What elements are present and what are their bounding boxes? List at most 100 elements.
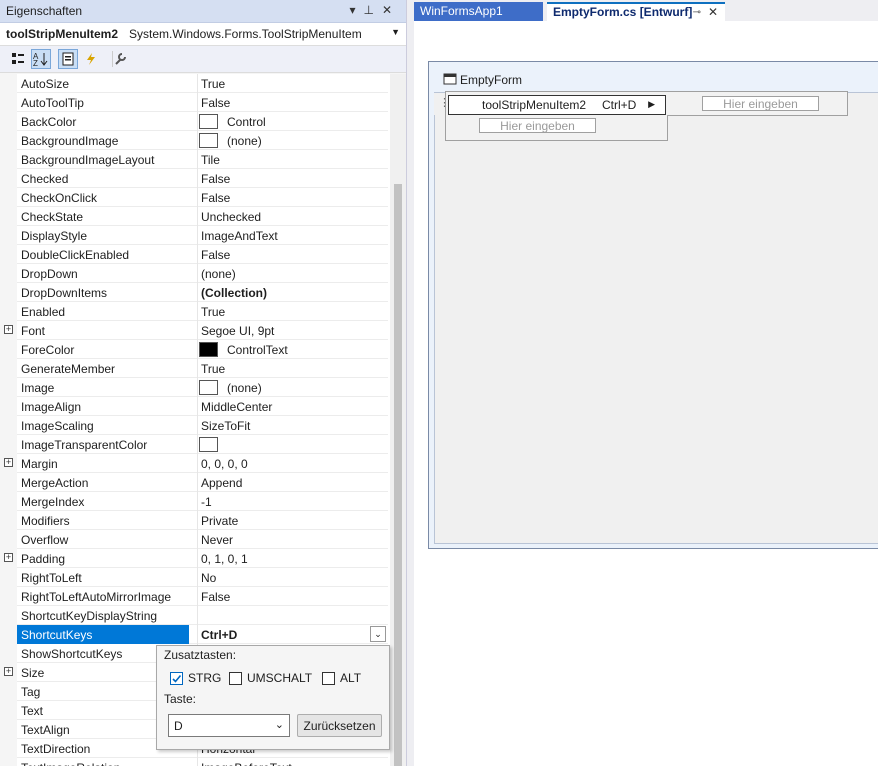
property-value[interactable]: Private bbox=[201, 514, 238, 528]
property-row[interactable]: AutoSize True bbox=[0, 74, 388, 93]
property-value[interactable]: (none) bbox=[227, 134, 262, 148]
property-value[interactable]: (none) bbox=[201, 267, 236, 281]
property-value[interactable]: Segoe UI, 9pt bbox=[201, 324, 274, 338]
property-value[interactable]: Never bbox=[201, 533, 233, 547]
row-gutter bbox=[0, 530, 17, 549]
property-value[interactable]: SizeToFit bbox=[201, 419, 250, 433]
property-value[interactable]: False bbox=[201, 172, 230, 186]
property-row[interactable]: MergeIndex -1 bbox=[0, 492, 388, 511]
property-value[interactable]: False bbox=[201, 590, 230, 604]
object-selector[interactable]: toolStripMenuItem2 System.Windows.Forms.… bbox=[0, 23, 406, 46]
design-surface[interactable]: EmptyForm ⋮ toolStripDropDownButton1 ▼ ▼ bbox=[414, 23, 878, 766]
tab-winformsapp1[interactable]: WinFormsApp1 bbox=[414, 2, 543, 21]
property-value[interactable]: Tile bbox=[201, 153, 220, 167]
row-gutter bbox=[0, 112, 17, 131]
property-row[interactable]: Checked False bbox=[0, 169, 388, 188]
type-here-submenu-item[interactable]: Hier eingeben bbox=[702, 96, 819, 111]
properties-icon[interactable] bbox=[58, 49, 78, 69]
dropdown-icon[interactable]: ▾ bbox=[349, 3, 363, 17]
property-row[interactable]: DropDownItems (Collection) bbox=[0, 283, 388, 302]
form-client-area[interactable] bbox=[434, 92, 878, 544]
menu-item-toolstripmenuitem2[interactable]: toolStripMenuItem2 Ctrl+D ▶ bbox=[448, 95, 666, 115]
alt-checkbox[interactable] bbox=[322, 672, 335, 685]
key-select[interactable]: D ⌄ bbox=[168, 714, 290, 737]
property-value[interactable]: 0, 1, 0, 1 bbox=[201, 552, 248, 566]
property-row[interactable]: ImageAlign MiddleCenter bbox=[0, 397, 388, 416]
property-grid-scrollbar[interactable] bbox=[390, 74, 406, 766]
pin-icon[interactable]: ⊸ bbox=[693, 5, 701, 21]
property-row[interactable]: AutoToolTip False bbox=[0, 93, 388, 112]
property-name: ShowShortcutKeys bbox=[21, 647, 123, 661]
property-value[interactable]: True bbox=[201, 305, 225, 319]
property-value[interactable]: Append bbox=[201, 476, 242, 490]
chevron-down-icon[interactable]: ▼ bbox=[391, 27, 400, 37]
expand-icon[interactable]: + bbox=[4, 458, 13, 467]
categorized-icon[interactable] bbox=[8, 49, 28, 69]
property-row[interactable]: ShortcutKeyDisplayString bbox=[0, 606, 388, 625]
titlebar-buttons[interactable]: ▾⊥✕ bbox=[349, 3, 400, 17]
property-row[interactable]: Modifiers Private bbox=[0, 511, 388, 530]
row-gutter bbox=[0, 720, 17, 739]
property-value[interactable]: Ctrl+D bbox=[201, 628, 237, 642]
close-icon[interactable]: ✕ bbox=[708, 4, 718, 20]
close-icon[interactable]: ✕ bbox=[382, 3, 400, 17]
property-value[interactable]: (none) bbox=[227, 381, 262, 395]
expand-icon[interactable]: + bbox=[4, 553, 13, 562]
umschalt-label: UMSCHALT bbox=[247, 671, 313, 685]
property-row[interactable]: Enabled True bbox=[0, 302, 388, 321]
property-row[interactable]: Overflow Never bbox=[0, 530, 388, 549]
property-value[interactable]: True bbox=[201, 362, 225, 376]
property-pages-icon[interactable] bbox=[110, 49, 130, 69]
property-row[interactable]: TextImageRelation ImageBeforeText bbox=[0, 758, 388, 766]
property-value[interactable]: -1 bbox=[201, 495, 212, 509]
strg-checkbox[interactable] bbox=[170, 672, 183, 685]
property-value[interactable]: ControlText bbox=[227, 343, 288, 357]
scrollbar-thumb[interactable] bbox=[394, 184, 402, 766]
property-row[interactable]: ShortcutKeys Ctrl+D ⌄ bbox=[0, 625, 388, 644]
property-row[interactable]: ImageScaling SizeToFit bbox=[0, 416, 388, 435]
property-row[interactable]: RightToLeft No bbox=[0, 568, 388, 587]
umschalt-checkbox[interactable] bbox=[229, 672, 242, 685]
property-value[interactable]: 0, 0, 0, 0 bbox=[201, 457, 248, 471]
property-row[interactable]: DoubleClickEnabled False bbox=[0, 245, 388, 264]
property-row[interactable]: BackColor Control bbox=[0, 112, 388, 131]
property-row[interactable]: ImageTransparentColor bbox=[0, 435, 388, 454]
property-row[interactable]: GenerateMember True bbox=[0, 359, 388, 378]
pin-icon[interactable]: ⊥ bbox=[363, 3, 381, 17]
property-row[interactable]: + Margin 0, 0, 0, 0 bbox=[0, 454, 388, 473]
expand-icon[interactable]: + bbox=[4, 667, 13, 676]
property-row[interactable]: Image (none) bbox=[0, 378, 388, 397]
tab-emptyform-design[interactable]: EmptyForm.cs [Entwurf] ⊸ ✕ bbox=[547, 2, 725, 21]
property-value[interactable]: MiddleCenter bbox=[201, 400, 272, 414]
property-row[interactable]: CheckOnClick False bbox=[0, 188, 388, 207]
property-row[interactable]: DisplayStyle ImageAndText bbox=[0, 226, 388, 245]
property-value[interactable]: True bbox=[201, 77, 225, 91]
property-row[interactable]: BackgroundImageLayout Tile bbox=[0, 150, 388, 169]
reset-button-label: Zurücksetzen bbox=[303, 718, 376, 733]
property-row[interactable]: + Font Segoe UI, 9pt bbox=[0, 321, 388, 340]
row-gutter bbox=[0, 587, 17, 606]
property-row[interactable]: RightToLeftAutoMirrorImage False bbox=[0, 587, 388, 606]
column-separator bbox=[197, 587, 198, 606]
property-row[interactable]: BackgroundImage (none) bbox=[0, 131, 388, 150]
property-value[interactable]: False bbox=[201, 248, 230, 262]
property-value[interactable]: Control bbox=[227, 115, 266, 129]
property-row[interactable]: ForeColor ControlText bbox=[0, 340, 388, 359]
property-value[interactable]: ImageBeforeText bbox=[201, 761, 292, 766]
expand-icon[interactable]: + bbox=[4, 325, 13, 334]
property-row[interactable]: DropDown (none) bbox=[0, 264, 388, 283]
property-value[interactable]: False bbox=[201, 191, 230, 205]
value-dropdown-button[interactable]: ⌄ bbox=[370, 626, 386, 642]
property-row[interactable]: CheckState Unchecked bbox=[0, 207, 388, 226]
property-row[interactable]: MergeAction Append bbox=[0, 473, 388, 492]
events-icon[interactable] bbox=[81, 49, 101, 69]
property-value[interactable]: False bbox=[201, 96, 230, 110]
property-value[interactable]: ImageAndText bbox=[201, 229, 278, 243]
alphabetical-icon[interactable]: AZ bbox=[31, 49, 51, 69]
type-here-menu-item[interactable]: Hier eingeben bbox=[479, 118, 596, 133]
reset-button[interactable]: Zurücksetzen bbox=[297, 714, 382, 737]
property-row[interactable]: + Padding 0, 1, 0, 1 bbox=[0, 549, 388, 568]
property-value[interactable]: No bbox=[201, 571, 216, 585]
property-value[interactable]: Unchecked bbox=[201, 210, 261, 224]
property-value[interactable]: (Collection) bbox=[201, 286, 267, 300]
